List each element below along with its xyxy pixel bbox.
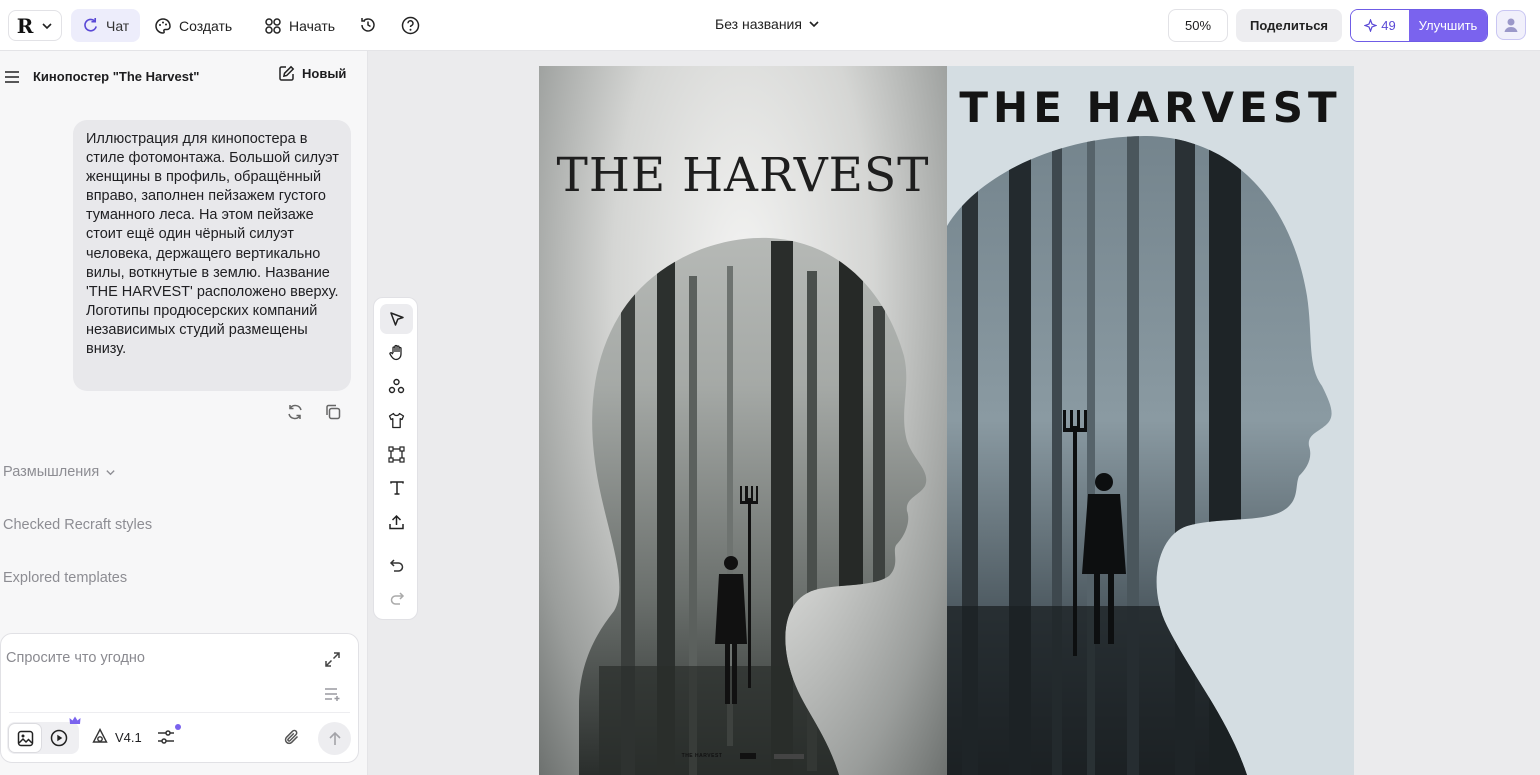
status-thinking[interactable]: Размышления bbox=[3, 464, 116, 480]
arrow-up-icon bbox=[328, 731, 341, 745]
nav-create-button[interactable]: Создать bbox=[143, 9, 243, 42]
list-add-icon bbox=[325, 688, 340, 701]
poster-right[interactable]: THE HARVEST bbox=[947, 66, 1354, 775]
crown-icon bbox=[69, 716, 81, 724]
send-button[interactable] bbox=[318, 722, 351, 755]
settings-button[interactable] bbox=[157, 724, 181, 749]
frame-icon bbox=[388, 445, 405, 463]
hamburger-icon bbox=[5, 71, 19, 83]
help-icon bbox=[401, 16, 419, 34]
shapes-tool[interactable] bbox=[380, 371, 413, 401]
image-icon bbox=[17, 730, 33, 746]
history-button[interactable] bbox=[356, 13, 380, 37]
credit-logo bbox=[774, 753, 805, 759]
user-icon bbox=[1504, 18, 1518, 32]
model-label: V4.1 bbox=[115, 729, 142, 745]
redo-button[interactable] bbox=[380, 583, 413, 613]
chat-panel-header: Кинопостер "The Harvest" Новый bbox=[0, 51, 368, 103]
credits-button[interactable]: 49 bbox=[1351, 10, 1409, 41]
edit-icon bbox=[279, 65, 295, 81]
credits-count: 49 bbox=[1381, 18, 1396, 33]
text-icon bbox=[389, 481, 404, 495]
document-title-dropdown[interactable]: Без названия bbox=[715, 16, 820, 32]
text-tool[interactable] bbox=[380, 473, 413, 503]
help-button[interactable] bbox=[398, 13, 422, 37]
composer-divider bbox=[9, 712, 350, 713]
nav-start-button[interactable]: Начать bbox=[253, 9, 346, 42]
poster-right-artwork bbox=[947, 66, 1354, 775]
document-title: Без названия bbox=[715, 16, 802, 32]
top-bar: R Чат Создать Начать Без названия 50% По… bbox=[0, 0, 1540, 51]
prompt-input[interactable] bbox=[6, 650, 306, 666]
nav-create-label: Создать bbox=[179, 17, 233, 34]
paperclip-icon bbox=[284, 729, 299, 745]
status-explored-templates: Explored templates bbox=[3, 570, 128, 586]
chevron-down-icon bbox=[106, 469, 115, 475]
chat-title: Кинопостер "The Harvest" bbox=[33, 69, 200, 84]
video-mode-button[interactable] bbox=[43, 716, 81, 752]
upload-icon bbox=[389, 514, 404, 529]
refresh-icon bbox=[288, 404, 302, 420]
undo-icon bbox=[389, 559, 403, 572]
credit-logo: THE HARVEST bbox=[681, 753, 723, 759]
poster-right-title: THE HARVEST bbox=[959, 83, 1342, 132]
hand-tool[interactable] bbox=[380, 337, 413, 367]
poster-left-credits: THE HARVEST bbox=[539, 753, 947, 759]
nav-chat-label: Чат bbox=[106, 17, 130, 34]
expand-composer-button[interactable] bbox=[324, 651, 341, 671]
expand-icon bbox=[325, 652, 340, 667]
upgrade-button[interactable]: Улучшить bbox=[1409, 10, 1487, 41]
share-button[interactable]: Поделиться bbox=[1236, 9, 1342, 42]
undo-button[interactable] bbox=[380, 550, 413, 580]
image-mode-button[interactable] bbox=[9, 724, 41, 752]
sliders-icon bbox=[158, 730, 174, 744]
palette-icon bbox=[155, 17, 171, 34]
canvas-area[interactable]: THE HARVEST THE HARVEST THE HARVEST bbox=[369, 51, 1540, 775]
hand-icon bbox=[389, 344, 402, 360]
app-logo: R bbox=[16, 13, 34, 38]
tshirt-icon bbox=[388, 412, 405, 428]
workspace-menu-button[interactable]: R bbox=[8, 10, 62, 41]
nav-chat-button[interactable]: Чат bbox=[71, 9, 141, 42]
settings-indicator-dot bbox=[175, 724, 181, 730]
chat-refresh-icon bbox=[84, 17, 97, 32]
shapes-icon bbox=[388, 378, 405, 393]
select-tool[interactable] bbox=[380, 304, 413, 334]
chat-list-button[interactable] bbox=[4, 70, 20, 87]
user-avatar[interactable] bbox=[1496, 10, 1526, 40]
grid-icon bbox=[265, 17, 281, 34]
regenerate-button[interactable] bbox=[286, 403, 304, 421]
upload-tool[interactable] bbox=[380, 507, 413, 537]
copy-icon bbox=[326, 404, 341, 420]
redo-icon bbox=[390, 592, 404, 605]
tool-palette bbox=[373, 297, 418, 620]
zoom-button[interactable]: 50% bbox=[1168, 9, 1228, 42]
play-circle-icon bbox=[50, 729, 68, 747]
frame-tool[interactable] bbox=[380, 439, 413, 469]
style-icon bbox=[92, 728, 108, 743]
new-chat-label: Новый bbox=[302, 66, 347, 81]
credit-logo bbox=[740, 753, 757, 759]
model-selector[interactable]: V4.1 bbox=[91, 728, 142, 746]
user-message: Иллюстрация для кинопостера в стиле фото… bbox=[73, 120, 351, 391]
prompt-enhance-button[interactable] bbox=[324, 686, 342, 705]
attach-button[interactable] bbox=[283, 728, 301, 749]
sparkle-icon bbox=[1364, 19, 1378, 32]
chevron-down-icon bbox=[42, 22, 52, 29]
new-chat-button[interactable]: Новый bbox=[278, 65, 346, 82]
cursor-icon bbox=[389, 312, 404, 326]
mode-toggle bbox=[7, 716, 81, 754]
poster-left[interactable]: THE HARVEST THE HARVEST bbox=[539, 66, 947, 775]
poster-left-title: THE HARVEST bbox=[556, 148, 930, 203]
nav-start-label: Начать bbox=[289, 17, 336, 34]
upgrade-group: 49 Улучшить bbox=[1350, 9, 1488, 42]
copy-button[interactable] bbox=[324, 403, 342, 421]
history-icon bbox=[361, 18, 375, 32]
composer: V4.1 bbox=[0, 633, 359, 763]
chevron-down-icon bbox=[809, 21, 819, 28]
status-checked-styles: Checked Recraft styles bbox=[3, 517, 153, 533]
chat-panel: Кинопостер "The Harvest" Новый Иллюстрац… bbox=[0, 51, 368, 775]
mockup-tool[interactable] bbox=[380, 405, 413, 435]
